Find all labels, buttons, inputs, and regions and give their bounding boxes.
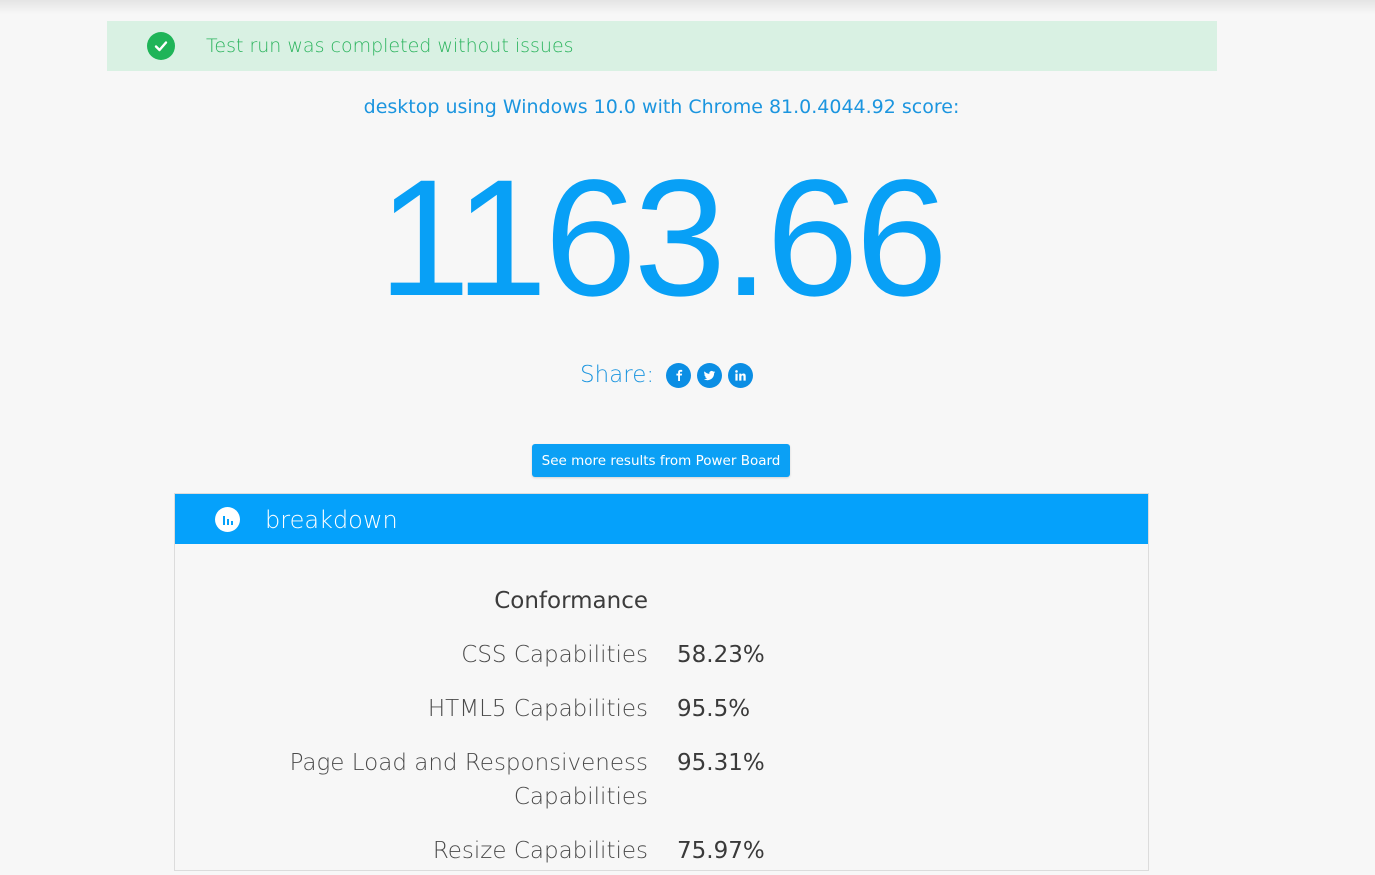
share-label: Share: xyxy=(580,362,655,388)
row-label: HTML5 Capabilities xyxy=(427,696,648,722)
check-circle-icon xyxy=(147,32,175,60)
facebook-icon[interactable] xyxy=(666,362,692,388)
score-value: 1163.66 xyxy=(378,146,948,331)
success-alert: Test run was completed without issues xyxy=(107,21,1217,71)
row-value: 58.23% xyxy=(677,642,765,668)
breakdown-header[interactable]: breakdown xyxy=(175,494,1148,544)
row-value: 95.5% xyxy=(677,696,751,722)
power-board-button[interactable]: See more results from Power Board xyxy=(532,444,790,477)
row-value: 95.31% xyxy=(677,750,765,776)
row-label: Page Load and Responsiveness Capabilitie… xyxy=(289,750,648,810)
device-info: desktop using Windows 10.0 with Chrome 8… xyxy=(363,96,960,118)
section-heading: Conformance xyxy=(494,588,648,614)
breakdown-panel: breakdown Conformance CSS Capabilities 5… xyxy=(174,493,1149,871)
bar-chart-icon xyxy=(215,507,240,532)
share-bar: Share: xyxy=(580,358,754,392)
row-value: 75.97% xyxy=(677,838,765,864)
page: Test run was completed without issues de… xyxy=(0,0,1375,875)
row-label: CSS Capabilities xyxy=(461,642,648,668)
linkedin-icon[interactable] xyxy=(728,362,754,388)
row-label: Resize Capabilities xyxy=(432,838,648,864)
alert-message: Test run was completed without issues xyxy=(206,35,574,57)
top-shade xyxy=(0,0,1375,14)
twitter-icon[interactable] xyxy=(697,362,723,388)
breakdown-title: breakdown xyxy=(265,506,398,534)
